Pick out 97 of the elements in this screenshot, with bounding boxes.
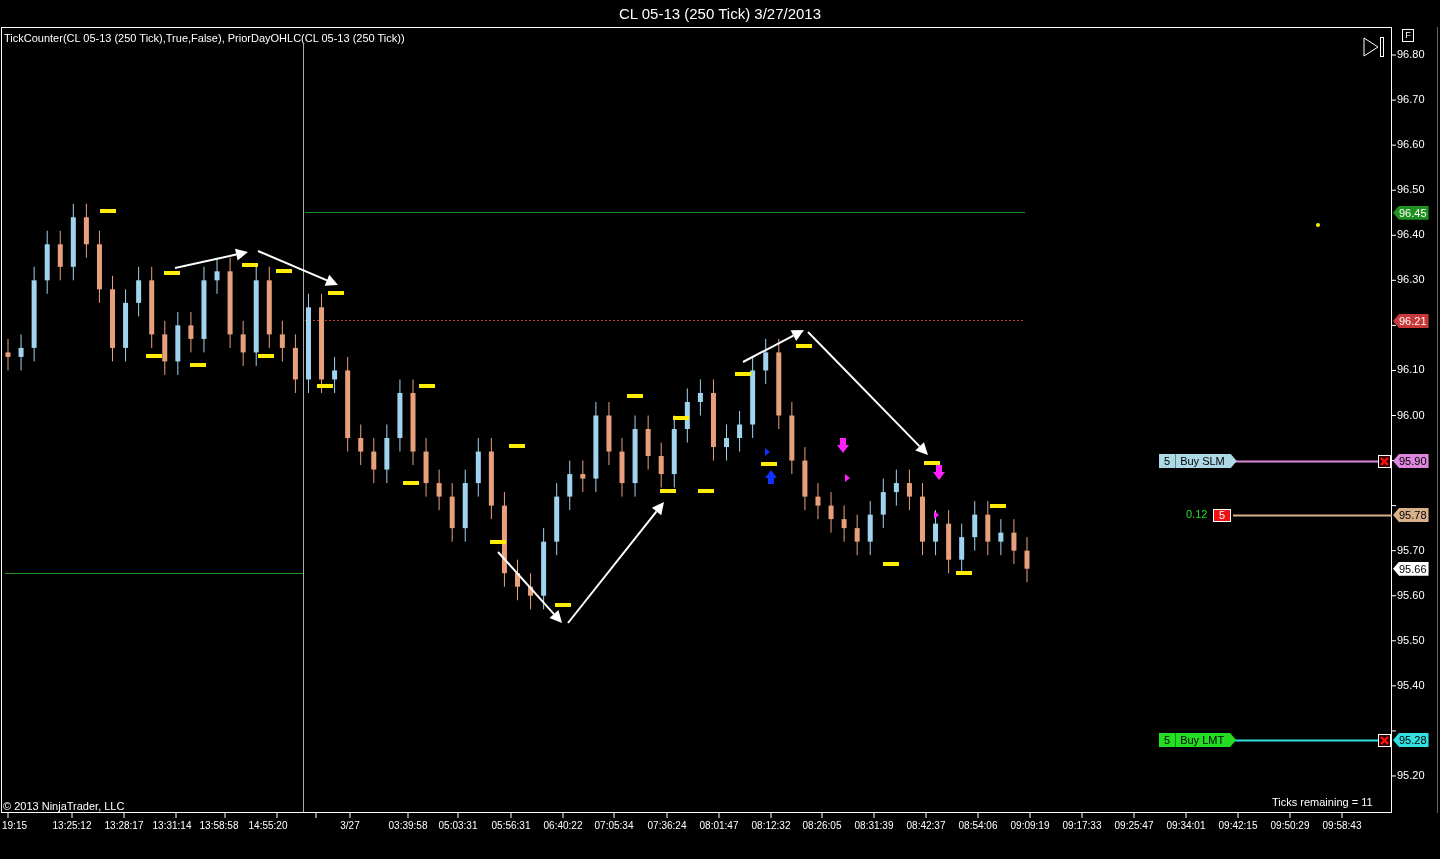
price-badge: 96.45	[1393, 205, 1429, 220]
scroll-end-icon	[1363, 37, 1384, 57]
order-tag[interactable]: 5 Buy SLM	[1159, 454, 1237, 468]
swing-marker	[555, 603, 571, 607]
time-label: 14:55:20	[248, 821, 288, 831]
swing-marker	[190, 363, 206, 367]
price-badge: 95.78	[1393, 508, 1429, 522]
price-label: 96.40	[1397, 229, 1425, 241]
trend-arrow	[742, 330, 804, 363]
time-label: 13:31:14	[152, 821, 192, 831]
swing-marker	[627, 394, 643, 398]
time-label: 09:09:19	[1010, 821, 1050, 831]
order-label: Buy LMT	[1179, 733, 1226, 747]
swing-marker	[796, 344, 812, 348]
swing-marker	[258, 354, 274, 358]
swing-marker	[328, 291, 344, 295]
close-icon	[1380, 457, 1389, 466]
time-label: 08:42:37	[906, 821, 946, 831]
price-label: 95.20	[1397, 769, 1425, 781]
time-label: 08:01:47	[699, 821, 739, 831]
price-badge: 95.66	[1393, 561, 1429, 576]
swing-marker	[660, 489, 676, 493]
price-badge: 95.90	[1393, 454, 1429, 468]
swing-marker	[242, 263, 258, 267]
swing-marker	[419, 384, 435, 388]
cancel-order-button[interactable]	[1378, 455, 1391, 468]
time-label: 19:15	[2, 821, 28, 831]
price-label: 96.50	[1397, 184, 1425, 196]
position-quantity[interactable]: 5	[1213, 509, 1232, 522]
price-label: 96.30	[1397, 274, 1425, 286]
time-label: 09:42:15	[1218, 821, 1258, 831]
time-label: 13:28:17	[104, 821, 144, 831]
up-arrow-icon	[765, 470, 777, 484]
time-label: 08:54:06	[958, 821, 998, 831]
price-label: 95.60	[1397, 589, 1425, 601]
swing-marker	[164, 271, 180, 275]
time-label: 09:17:33	[1062, 821, 1102, 831]
dot-icon	[1316, 223, 1320, 227]
swing-marker	[146, 354, 162, 358]
entry-triangle-icon	[845, 474, 850, 482]
time-label: 05:56:31	[491, 821, 531, 831]
copyright-text: © 2013 NinjaTrader, LLC	[3, 801, 125, 812]
order-quantity: 5	[1159, 733, 1177, 747]
price-label: 96.00	[1397, 409, 1425, 421]
swing-marker	[956, 571, 972, 575]
close-icon	[1380, 736, 1389, 745]
order-tag[interactable]: 5 Buy LMT	[1159, 733, 1237, 747]
swing-marker	[100, 209, 116, 213]
time-label: 06:40:22	[543, 821, 583, 831]
entry-triangle-icon	[934, 511, 939, 519]
swing-marker	[317, 384, 333, 388]
indicator-label: TickCounter(CL 05-13 (250 Tick),True,False), PriorDayOHLC(CL 05-13 (250 Tick))	[4, 33, 405, 44]
time-label: 09:50:29	[1270, 821, 1310, 831]
down-arrow-icon	[837, 438, 849, 453]
price-badge: 95.28	[1393, 733, 1429, 747]
swing-marker	[735, 372, 751, 376]
swing-marker	[276, 269, 292, 273]
position-pnl: 0.12	[1186, 509, 1208, 520]
price-label: 95.40	[1397, 679, 1425, 691]
swing-marker	[761, 462, 777, 466]
swing-marker	[509, 444, 525, 448]
scale-button[interactable]: F	[1402, 29, 1414, 42]
time-label: 09:34:01	[1166, 821, 1206, 831]
price-label: 96.80	[1397, 49, 1425, 61]
price-label: 95.50	[1397, 634, 1425, 646]
time-label: 13:25:12	[52, 821, 92, 831]
time-label: 07:05:34	[594, 821, 634, 831]
swing-marker	[883, 562, 899, 566]
entry-triangle-icon	[765, 448, 770, 456]
swing-marker	[403, 481, 419, 485]
price-label: 96.10	[1397, 364, 1425, 376]
time-label: 08:12:32	[751, 821, 791, 831]
trend-arrow	[497, 551, 562, 623]
swing-marker	[698, 489, 714, 493]
price-label: 96.60	[1397, 139, 1425, 151]
order-label: Buy SLM	[1179, 454, 1226, 468]
window-title: CL 05-13 (250 Tick) 3/27/2013	[617, 4, 823, 24]
time-label: 07:36:24	[647, 821, 687, 831]
time-label: 09:25:47	[1114, 821, 1154, 831]
order-quantity: 5	[1159, 454, 1177, 468]
ticks-remaining: Ticks remaining = 11	[1272, 797, 1373, 808]
time-label: 08:26:05	[802, 821, 842, 831]
price-label: 96.70	[1397, 94, 1425, 106]
time-label: 13:58:58	[199, 821, 239, 831]
price-label: 95.70	[1397, 544, 1425, 556]
cancel-order-button[interactable]	[1378, 734, 1391, 747]
time-label: 09:58:43	[1322, 821, 1362, 831]
swing-marker	[490, 540, 506, 544]
swing-marker	[990, 504, 1006, 508]
time-label: 05:03:31	[438, 821, 478, 831]
swing-marker	[924, 461, 940, 465]
swing-marker	[673, 416, 689, 420]
time-label: 08:31:39	[854, 821, 894, 831]
down-arrow-icon	[933, 465, 945, 480]
price-badge: 96.21	[1393, 313, 1429, 328]
time-label: 3/27	[340, 821, 360, 831]
time-label: 03:39:58	[388, 821, 428, 831]
